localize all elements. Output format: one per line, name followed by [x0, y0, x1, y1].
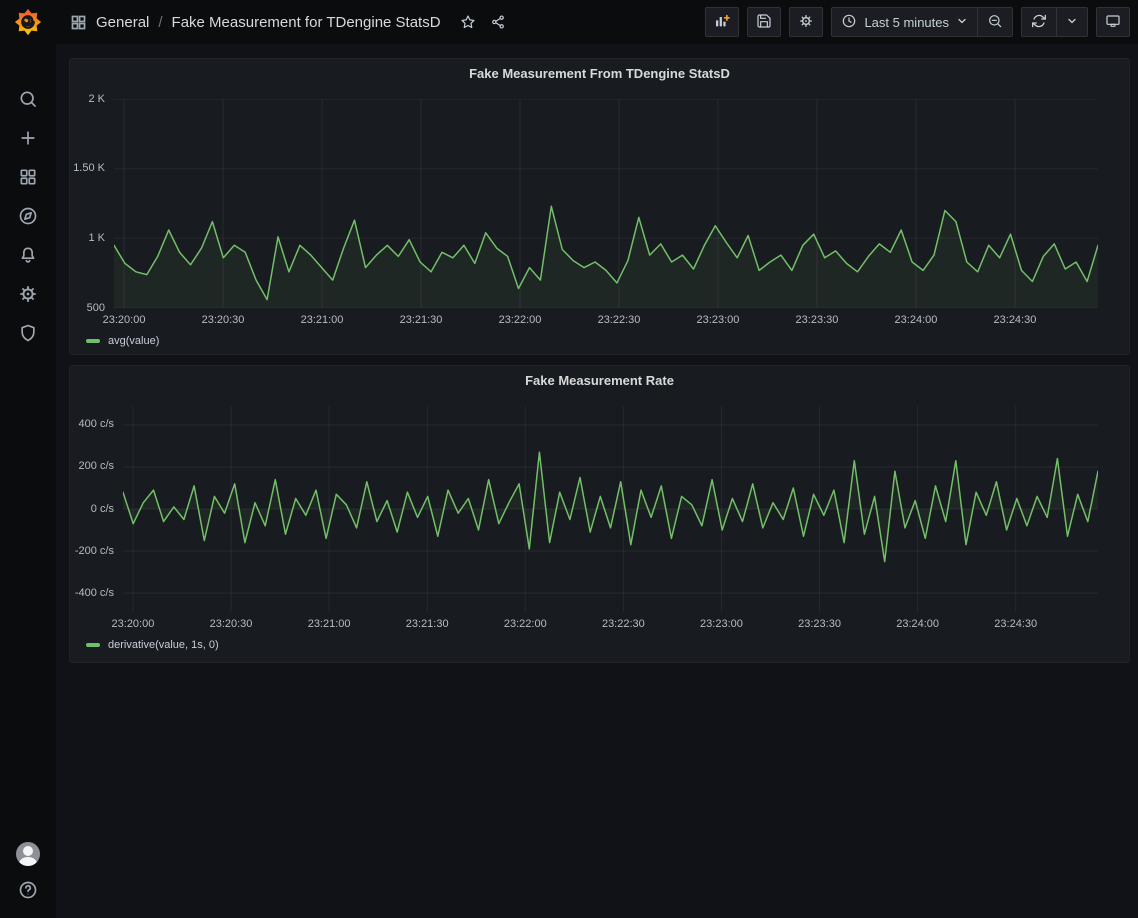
- legend-series-swatch: [86, 643, 100, 647]
- star-dashboard-button[interactable]: [455, 9, 481, 35]
- breadcrumb-dashboard-title[interactable]: Fake Measurement for TDengine StatsD: [172, 14, 441, 31]
- chevron-down-icon: [1066, 15, 1078, 30]
- x-axis-tick-label: 23:20:30: [202, 314, 245, 327]
- plus-icon: [18, 128, 38, 153]
- sidebar-item-create[interactable]: [8, 121, 48, 160]
- time-range-group: Last 5 minutes: [831, 7, 1013, 37]
- breadcrumb-separator: /: [158, 14, 162, 31]
- dashboard-settings-button[interactable]: [789, 7, 823, 37]
- time-range-label: Last 5 minutes: [864, 15, 949, 30]
- breadcrumb: General / Fake Measurement for TDengine …: [70, 14, 441, 31]
- x-axis-tick-label: 23:22:00: [504, 618, 547, 631]
- panel-title[interactable]: Fake Measurement From TDengine StatsD: [70, 59, 1129, 99]
- legend-series-swatch: [86, 339, 100, 343]
- sidebar-item-explore[interactable]: [8, 199, 48, 238]
- chevron-down-icon: [956, 15, 968, 30]
- y-axis-tick-label: 2 K: [70, 93, 105, 106]
- legend-item[interactable]: derivative(value, 1s, 0): [70, 639, 219, 651]
- save-icon: [756, 13, 772, 32]
- grafana-logo[interactable]: [0, 0, 56, 44]
- refresh-dashboard-button[interactable]: [1022, 8, 1056, 36]
- legend-item[interactable]: avg(value): [70, 335, 159, 347]
- y-axis-tick-label: -400 c/s: [70, 587, 114, 600]
- dashboard-grid-icon: [70, 14, 87, 31]
- x-axis-tick-label: 23:20:00: [112, 618, 155, 631]
- share-dashboard-button[interactable]: [485, 9, 511, 35]
- sidebar-item-configuration[interactable]: [8, 277, 48, 316]
- user-avatar[interactable]: [16, 842, 40, 866]
- search-icon: [18, 89, 38, 114]
- help-question-icon: [18, 880, 38, 905]
- time-series-plot[interactable]: 400 c/s 200 c/s 0 c/s -200 c/s -400 c/s 23:20…: [70, 406, 1129, 636]
- x-axis-tick-label: 23:23:30: [796, 314, 839, 327]
- sidebar-item-alerting[interactable]: [8, 238, 48, 277]
- gear-icon: [798, 13, 814, 32]
- x-axis-tick-label: 23:21:00: [308, 618, 351, 631]
- compass-icon: [18, 206, 38, 231]
- x-axis-tick-label: 23:22:00: [499, 314, 542, 327]
- add-panel-icon: [714, 13, 730, 32]
- panel-fake-measurement-rate: Fake Measurement Rate 400 c/s 200 c/s 0 c/…: [69, 365, 1130, 663]
- y-axis-tick-label: 200 c/s: [70, 460, 114, 473]
- x-axis-tick-label: 23:21:00: [301, 314, 344, 327]
- refresh-sync-icon: [1031, 13, 1047, 32]
- panel-title[interactable]: Fake Measurement Rate: [70, 366, 1129, 406]
- time-range-picker[interactable]: Last 5 minutes: [832, 8, 977, 36]
- x-axis-tick-label: 23:23:30: [798, 618, 841, 631]
- legend-series-label: derivative(value, 1s, 0): [108, 639, 219, 651]
- dashboards-grid-icon: [18, 167, 38, 192]
- cycle-view-mode-button[interactable]: [1096, 7, 1130, 37]
- monitor-icon: [1105, 13, 1121, 32]
- clock-icon: [841, 13, 857, 32]
- dashboard-header: General / Fake Measurement for TDengine …: [56, 0, 1138, 44]
- time-series-plot[interactable]: 2 K1.50 K1 K50023:20:0023:20:3023:21:002…: [70, 99, 1129, 332]
- x-axis-tick-label: 23:24:00: [895, 314, 938, 327]
- x-axis-tick-label: 23:24:30: [994, 314, 1037, 327]
- y-axis-tick-label: 1 K: [70, 232, 105, 245]
- x-axis-tick-label: 23:20:00: [103, 314, 146, 327]
- x-axis-tick-label: 23:22:30: [602, 618, 645, 631]
- dashboard-toolbar: Last 5 minutes: [705, 7, 1130, 37]
- sidebar-item-dashboards[interactable]: [8, 160, 48, 199]
- avatar-person-icon: [23, 846, 33, 856]
- x-axis-tick-label: 23:24:00: [896, 618, 939, 631]
- breadcrumb-folder[interactable]: General: [96, 14, 149, 31]
- dashboard-canvas: Fake Measurement From TDengine StatsD 2 …: [69, 58, 1130, 673]
- x-axis-tick-label: 23:21:30: [400, 314, 443, 327]
- zoom-out-time-button[interactable]: [977, 8, 1012, 36]
- panel-fake-measurement: Fake Measurement From TDengine StatsD 2 …: [69, 58, 1130, 355]
- x-axis-tick-label: 23:21:30: [406, 618, 449, 631]
- sidebar-item-search[interactable]: [8, 82, 48, 121]
- y-axis-tick-label: -200 c/s: [70, 545, 114, 558]
- y-axis-tick-label: 400 c/s: [70, 418, 114, 431]
- x-axis-tick-label: 23:22:30: [598, 314, 641, 327]
- x-axis-tick-label: 23:23:00: [697, 314, 740, 327]
- y-axis-tick-label: 0 c/s: [70, 503, 114, 516]
- save-dashboard-button[interactable]: [747, 7, 781, 37]
- gear-icon: [18, 284, 38, 309]
- refresh-interval-dropdown[interactable]: [1056, 8, 1087, 36]
- bell-icon: [18, 245, 38, 270]
- x-axis-tick-label: 23:23:00: [700, 618, 743, 631]
- shield-icon: [18, 323, 38, 348]
- sidebar-item-help[interactable]: [8, 880, 48, 904]
- sidebar-item-server-admin[interactable]: [8, 316, 48, 355]
- add-panel-button[interactable]: [705, 7, 739, 37]
- y-axis-tick-label: 1.50 K: [70, 162, 105, 175]
- x-axis-tick-label: 23:24:30: [994, 618, 1037, 631]
- zoom-out-icon: [987, 13, 1003, 32]
- y-axis-tick-label: 500: [70, 302, 105, 315]
- refresh-group: [1021, 7, 1088, 37]
- legend-series-label: avg(value): [108, 335, 159, 347]
- sidebar: [0, 0, 56, 918]
- x-axis-tick-label: 23:20:30: [210, 618, 253, 631]
